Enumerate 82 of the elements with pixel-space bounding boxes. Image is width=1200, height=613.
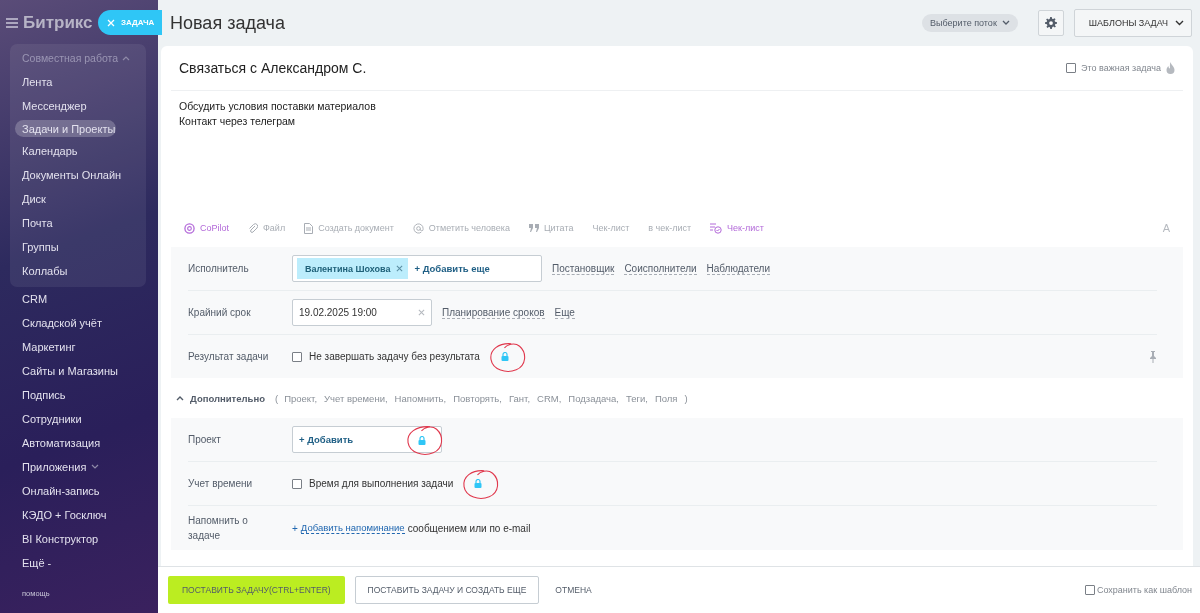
flame-icon[interactable] (1166, 62, 1175, 74)
chevron-icon (91, 464, 100, 470)
extra-field-link[interactable]: Учет времени, (324, 392, 388, 404)
role-link[interactable]: Постановщик (552, 262, 615, 275)
assignee-field[interactable]: Валентина Шохова + Добавить еще (292, 255, 542, 282)
description-field[interactable]: Обсудить условия поставки материалов Контакт через телеграм (171, 91, 1183, 215)
field-label: Учет времени (188, 478, 254, 489)
time-checkbox[interactable]: Время для выполнения задачи (292, 478, 454, 489)
sidebar-item[interactable]: Ещё - (0, 551, 158, 575)
sidebar-item[interactable]: Сотрудники (0, 407, 158, 431)
sidebar-item[interactable]: Онлайн-запись (0, 479, 158, 503)
sidebar-item[interactable]: Документы Онлайн (10, 163, 146, 187)
sidebar-item[interactable]: Складской учёт (0, 311, 158, 335)
submit-button[interactable]: ПОСТАВИТЬ ЗАДАЧУ(CTRL+ENTER) (168, 576, 345, 604)
sidebar-item[interactable]: Почта (10, 211, 146, 235)
add-project-link[interactable]: + Добавить (299, 434, 354, 445)
assignee-tag[interactable]: Валентина Шохова (297, 258, 409, 279)
sidebar-item[interactable]: Группы (10, 235, 146, 259)
reminder-hint: сообщением или по e-mail (407, 522, 531, 534)
at-sign-icon (412, 222, 424, 234)
project-field[interactable]: + Добавить (292, 426, 442, 453)
sidebar-item[interactable]: Мессенджер (10, 94, 146, 118)
plus-sign: + (292, 522, 298, 534)
save-template-checkbox[interactable]: Сохранить как шаблон (1084, 585, 1192, 595)
sidebar-item[interactable]: Сайты и Магазины (0, 359, 158, 383)
submit-and-new-button[interactable]: ПОСТАВИТЬ ЗАДАЧУ И СОЗДАТЬ ЕЩЕ (354, 576, 540, 604)
important-checkbox[interactable]: Это важная задача (1066, 63, 1161, 73)
pin-icon[interactable] (1149, 350, 1157, 363)
document-icon (304, 222, 314, 234)
sidebar-item[interactable]: Маркетинг (0, 335, 158, 359)
checklist-icon (710, 222, 723, 234)
section-title[interactable]: Дополнительно (190, 392, 265, 404)
deadline-field[interactable]: 19.02.2025 19:00 (292, 299, 432, 326)
sidebar-item[interactable]: CRM (0, 287, 158, 311)
chevron-icon[interactable] (176, 395, 184, 401)
paperclip-icon (248, 222, 258, 234)
field-label: Напомнить о задаче (188, 514, 249, 543)
sidebar-item[interactable]: КЭДО + Госключ (0, 503, 158, 527)
bracket: ) (684, 392, 688, 404)
settings-icon (1044, 16, 1057, 30)
sidebar-item[interactable]: Автоматизация (0, 431, 158, 455)
description-line: Контакт через телеграм (179, 114, 297, 129)
result-checkbox[interactable]: Не завершать задачу без результата (292, 351, 480, 362)
field-label: Исполнитель (188, 263, 250, 274)
field-label: Крайний срок (188, 307, 252, 318)
templates-dropdown[interactable]: ШАБЛОНЫ ЗАДАЧ (1073, 9, 1192, 37)
toolbar-button[interactable]: CoPilot (184, 222, 229, 234)
sidebar-item[interactable]: Диск (10, 187, 146, 211)
spiral-icon (184, 222, 195, 234)
remove-icon[interactable] (396, 265, 404, 272)
chevron-icon (122, 55, 131, 61)
sidebar-item[interactable]: Приложения (0, 455, 158, 479)
extra-field-link[interactable]: Поля (654, 392, 678, 404)
sidebar-item[interactable]: Календарь (10, 139, 146, 163)
page-title: Новая задача (170, 12, 286, 34)
sidebar-item[interactable]: Коллабы (10, 259, 146, 283)
sidebar-item[interactable]: BI Конструктор (0, 527, 158, 551)
menu-icon[interactable] (6, 18, 18, 28)
bracket: ( (274, 392, 279, 404)
sidebar-item[interactable]: Задачи и Проекты (15, 120, 116, 137)
role-link[interactable]: Наблюдатели (706, 262, 771, 275)
chevron-icon (1001, 20, 1010, 26)
logo[interactable]: Битрикс (23, 13, 93, 33)
deadline-link[interactable]: Еще (554, 306, 575, 319)
field-label: Проект (188, 434, 222, 445)
cancel-button[interactable]: ОТМЕНА (549, 584, 598, 596)
clear-icon[interactable] (418, 309, 425, 316)
sidebar-item[interactable]: Лента (10, 70, 146, 94)
field-label: Результат задачи (188, 351, 270, 362)
quote-icon (528, 224, 539, 232)
add-reminder-link[interactable]: Добавить напоминание (300, 522, 405, 534)
add-more-link[interactable]: + Добавить еще (414, 263, 490, 274)
deadline-link[interactable]: Планирование сроков (442, 306, 545, 319)
close-icon (107, 18, 115, 27)
sidebar-item[interactable]: Подпись (0, 383, 158, 407)
task-title-field[interactable]: Связаться с Александром С. (179, 60, 1062, 76)
description-line: Обсудить условия поставки материалов (179, 99, 377, 114)
toolbar-button[interactable]: Чек-лист (710, 222, 764, 234)
chevron-icon (1175, 20, 1184, 26)
flow-dropdown[interactable]: Выберите поток (922, 14, 1018, 32)
role-link[interactable]: Соисполнители (624, 262, 697, 275)
settings-button[interactable] (1037, 10, 1064, 36)
